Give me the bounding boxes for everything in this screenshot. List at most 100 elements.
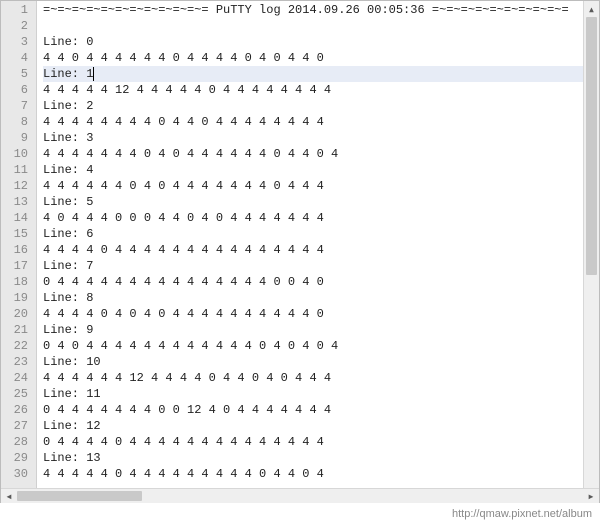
scroll-left-arrow-icon[interactable]: ◂ xyxy=(1,489,17,504)
editor-frame: 1234567891011121314151617181920212223242… xyxy=(0,0,600,503)
line-number: 8 xyxy=(1,114,36,130)
code-line[interactable]: Line: 0 xyxy=(43,34,583,50)
code-text-area[interactable]: =~=~=~=~=~=~=~=~=~=~=~= PuTTY log 2014.0… xyxy=(37,1,583,502)
code-line-text: 0 4 4 4 4 4 4 4 0 0 12 4 0 4 4 4 4 4 4 4 xyxy=(43,403,338,417)
scroll-right-arrow-icon[interactable]: ▸ xyxy=(583,489,599,504)
line-number: 24 xyxy=(1,370,36,386)
code-line[interactable]: Line: 5 xyxy=(43,194,583,210)
line-number: 2 xyxy=(1,18,36,34)
line-number: 26 xyxy=(1,402,36,418)
code-line-text: 4 4 4 4 0 4 0 4 0 4 4 4 4 4 4 4 4 4 4 0 xyxy=(43,307,331,321)
code-line[interactable]: Line: 13 xyxy=(43,450,583,466)
line-number: 20 xyxy=(1,306,36,322)
code-line[interactable]: Line: 4 xyxy=(43,162,583,178)
code-line[interactable] xyxy=(43,18,583,34)
code-line[interactable]: Line: 8 xyxy=(43,290,583,306)
text-caret xyxy=(93,67,94,81)
code-line-text: 4 4 4 4 4 4 4 4 0 4 4 0 4 4 4 4 4 4 4 4 xyxy=(43,115,331,129)
code-line-text: Line: 13 xyxy=(43,451,101,465)
code-line-text: 4 4 4 4 4 4 0 4 0 4 4 4 4 4 4 4 0 4 4 4 xyxy=(43,179,331,193)
code-line-text: Line: 2 xyxy=(43,99,93,113)
watermark-text: http://qmaw.pixnet.net/album xyxy=(452,508,592,520)
code-line-text: 4 4 4 4 4 12 4 4 4 4 4 0 4 4 4 4 4 4 4 4 xyxy=(43,83,338,97)
code-line[interactable]: 0 4 4 4 4 0 4 4 4 4 4 4 4 4 4 4 4 4 4 4 xyxy=(43,434,583,450)
line-number-gutter: 1234567891011121314151617181920212223242… xyxy=(1,1,37,502)
code-line[interactable]: 4 4 4 4 4 4 12 4 4 4 4 0 4 4 0 4 0 4 4 4 xyxy=(43,370,583,386)
code-line-text: Line: 7 xyxy=(43,259,93,273)
code-line-text: 4 4 4 4 4 4 12 4 4 4 4 0 4 4 0 4 0 4 4 4 xyxy=(43,371,338,385)
code-line[interactable]: 4 4 4 4 0 4 0 4 0 4 4 4 4 4 4 4 4 4 4 0 xyxy=(43,306,583,322)
code-line[interactable]: 4 4 4 4 0 4 4 4 4 4 4 4 4 4 4 4 4 4 4 4 xyxy=(43,242,583,258)
line-number: 18 xyxy=(1,274,36,290)
line-number: 23 xyxy=(1,354,36,370)
code-line-text: Line: 8 xyxy=(43,291,93,305)
code-line-text: Line: 11 xyxy=(43,387,101,401)
code-line[interactable]: 4 4 4 4 4 4 4 0 4 0 4 4 4 4 4 4 0 4 4 0 … xyxy=(43,146,583,162)
line-number: 29 xyxy=(1,450,36,466)
code-line-text: Line: 9 xyxy=(43,323,93,337)
code-line-text: Line: 0 xyxy=(43,35,93,49)
code-line-text: Line: 5 xyxy=(43,195,93,209)
horizontal-scrollbar[interactable]: ◂ ▸ xyxy=(1,488,599,503)
line-number: 5 xyxy=(1,66,36,82)
line-number: 25 xyxy=(1,386,36,402)
line-number: 9 xyxy=(1,130,36,146)
code-line[interactable]: 4 4 4 4 4 4 4 4 0 4 4 0 4 4 4 4 4 4 4 4 xyxy=(43,114,583,130)
code-line-text: Line: 6 xyxy=(43,227,93,241)
code-line[interactable]: 4 4 4 4 4 4 0 4 0 4 4 4 4 4 4 4 0 4 4 4 xyxy=(43,178,583,194)
code-line[interactable]: 4 4 4 4 4 0 4 4 4 4 4 4 4 4 4 0 4 4 0 4 xyxy=(43,466,583,482)
line-number: 1 xyxy=(1,2,36,18)
line-number: 11 xyxy=(1,162,36,178)
code-line[interactable]: Line: 2 xyxy=(43,98,583,114)
code-line-text: 0 4 4 4 4 0 4 4 4 4 4 4 4 4 4 4 4 4 4 4 xyxy=(43,435,331,449)
horizontal-scroll-thumb[interactable] xyxy=(17,491,142,501)
code-line-text: Line: 10 xyxy=(43,355,101,369)
code-line[interactable]: 0 4 4 4 4 4 4 4 0 0 12 4 0 4 4 4 4 4 4 4 xyxy=(43,402,583,418)
line-number: 22 xyxy=(1,338,36,354)
scroll-up-arrow-icon[interactable]: ▴ xyxy=(584,1,599,17)
code-line-text: 4 4 4 4 4 0 4 4 4 4 4 4 4 4 4 0 4 4 0 4 xyxy=(43,467,331,481)
code-line[interactable]: Line: 7 xyxy=(43,258,583,274)
code-line[interactable]: 0 4 0 4 4 4 4 4 4 4 4 4 4 4 4 0 4 0 4 0 … xyxy=(43,338,583,354)
line-number: 4 xyxy=(1,50,36,66)
line-number: 28 xyxy=(1,434,36,450)
code-line-text: 4 0 4 4 4 0 0 0 4 4 0 4 0 4 4 4 4 4 4 4 xyxy=(43,211,331,225)
line-number: 12 xyxy=(1,178,36,194)
horizontal-scroll-track[interactable] xyxy=(17,489,583,503)
code-line-text: =~=~=~=~=~=~=~=~=~=~=~= PuTTY log 2014.0… xyxy=(43,3,569,17)
line-number: 10 xyxy=(1,146,36,162)
code-line[interactable]: 4 4 4 4 4 12 4 4 4 4 4 0 4 4 4 4 4 4 4 4 xyxy=(43,82,583,98)
code-line-text: 0 4 0 4 4 4 4 4 4 4 4 4 4 4 4 0 4 0 4 0 … xyxy=(43,339,345,353)
code-line-text: 0 4 4 4 4 4 4 4 4 4 4 4 4 4 4 4 0 0 4 0 xyxy=(43,275,331,289)
line-number: 14 xyxy=(1,210,36,226)
code-line[interactable]: Line: 11 xyxy=(43,386,583,402)
line-number: 15 xyxy=(1,226,36,242)
code-line-text: Line: 4 xyxy=(43,163,93,177)
code-line[interactable]: 4 4 0 4 4 4 4 4 4 0 4 4 4 4 0 4 0 4 4 0 xyxy=(43,50,583,66)
code-line[interactable]: 4 0 4 4 4 0 0 0 4 4 0 4 0 4 4 4 4 4 4 4 xyxy=(43,210,583,226)
code-line[interactable]: Line: 10 xyxy=(43,354,583,370)
line-number: 7 xyxy=(1,98,36,114)
vertical-scrollbar[interactable]: ▴ ▾ xyxy=(583,1,599,502)
code-line-text: Line: 3 xyxy=(43,131,93,145)
vertical-scroll-thumb[interactable] xyxy=(586,17,597,275)
vertical-scroll-track[interactable] xyxy=(584,17,599,486)
code-line-text: Line: 1 xyxy=(43,67,93,81)
code-line[interactable]: Line: 6 xyxy=(43,226,583,242)
line-number: 3 xyxy=(1,34,36,50)
line-number: 30 xyxy=(1,466,36,482)
code-line[interactable]: 0 4 4 4 4 4 4 4 4 4 4 4 4 4 4 4 0 0 4 0 xyxy=(43,274,583,290)
line-number: 27 xyxy=(1,418,36,434)
code-line[interactable]: Line: 12 xyxy=(43,418,583,434)
line-number: 13 xyxy=(1,194,36,210)
code-line-text: 4 4 4 4 0 4 4 4 4 4 4 4 4 4 4 4 4 4 4 4 xyxy=(43,243,331,257)
code-line[interactable]: Line: 9 xyxy=(43,322,583,338)
line-number: 21 xyxy=(1,322,36,338)
code-line[interactable]: Line: 1 xyxy=(43,66,583,82)
code-line[interactable]: =~=~=~=~=~=~=~=~=~=~=~= PuTTY log 2014.0… xyxy=(43,2,583,18)
line-number: 19 xyxy=(1,290,36,306)
code-line-text: 4 4 0 4 4 4 4 4 4 0 4 4 4 4 0 4 0 4 4 0 xyxy=(43,51,331,65)
code-line-text: Line: 12 xyxy=(43,419,101,433)
code-line[interactable]: Line: 3 xyxy=(43,130,583,146)
code-line-text: 4 4 4 4 4 4 4 0 4 0 4 4 4 4 4 4 0 4 4 0 … xyxy=(43,147,345,161)
